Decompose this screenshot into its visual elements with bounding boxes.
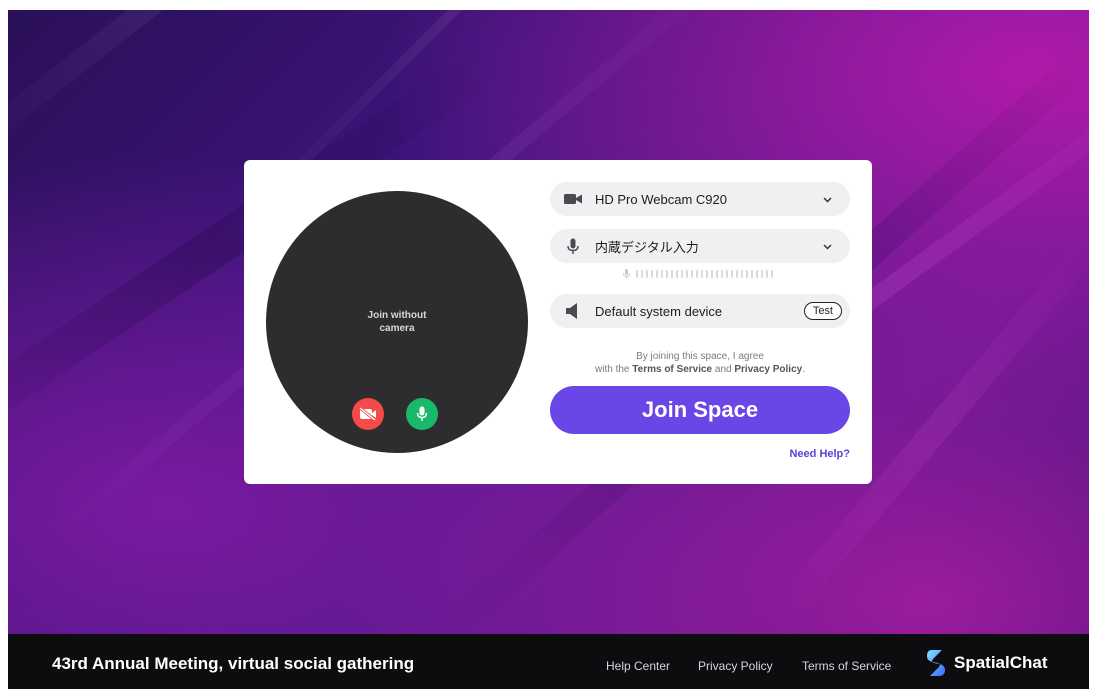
footer: 43rd Annual Meeting, virtual social gath… bbox=[8, 634, 1089, 689]
help-center-link[interactable]: Help Center bbox=[606, 659, 670, 673]
terms-of-service-link[interactable]: Terms of Service bbox=[632, 364, 712, 375]
privacy-policy-footer-link[interactable]: Privacy Policy bbox=[698, 659, 773, 673]
chevron-down-icon bbox=[823, 190, 832, 208]
spatialchat-logo-icon bbox=[927, 650, 945, 676]
join-dialog: Join without camera HD Pro Webcam C920 内… bbox=[244, 160, 872, 484]
video-camera-icon bbox=[564, 193, 582, 205]
terms-of-service-footer-link[interactable]: Terms of Service bbox=[802, 659, 891, 673]
speaker-select-value: Default system device bbox=[595, 303, 723, 319]
microphone-small-icon bbox=[623, 269, 630, 279]
camera-preview: Join without camera bbox=[266, 191, 528, 453]
join-space-button[interactable]: Join Space bbox=[550, 386, 850, 434]
terms-line-2: with the Terms of Service and Privacy Po… bbox=[595, 364, 805, 375]
camera-select-value: HD Pro Webcam C920 bbox=[595, 191, 727, 207]
microphone-icon bbox=[416, 406, 428, 421]
no-camera-text: Join without camera bbox=[367, 310, 427, 334]
speaker-icon bbox=[564, 303, 582, 319]
toggle-microphone-button[interactable] bbox=[406, 398, 438, 430]
camera-select[interactable]: HD Pro Webcam C920 bbox=[550, 182, 850, 216]
chevron-down-icon bbox=[823, 237, 832, 255]
test-speaker-button[interactable]: Test bbox=[803, 302, 842, 320]
terms-line-1: By joining this space, I agree bbox=[636, 351, 764, 362]
privacy-policy-link[interactable]: Privacy Policy bbox=[734, 364, 802, 375]
toggle-camera-button[interactable] bbox=[352, 398, 384, 430]
brand-name: SpatialChat bbox=[954, 653, 1048, 672]
terms-notice: By joining this space, I agree with the … bbox=[550, 350, 850, 376]
camera-off-icon bbox=[359, 407, 376, 421]
speaker-select[interactable]: Default system device Test bbox=[550, 294, 850, 328]
microphone-select[interactable]: 内蔵デジタル入力 bbox=[550, 229, 850, 263]
mic-level-meter bbox=[623, 269, 773, 279]
need-help-link[interactable]: Need Help? bbox=[789, 448, 850, 460]
microphone-icon bbox=[564, 238, 582, 255]
microphone-select-value: 内蔵デジタル入力 bbox=[595, 239, 699, 255]
brand[interactable]: SpatialChat bbox=[926, 649, 1048, 677]
event-title: 43rd Annual Meeting, virtual social gath… bbox=[52, 654, 415, 673]
